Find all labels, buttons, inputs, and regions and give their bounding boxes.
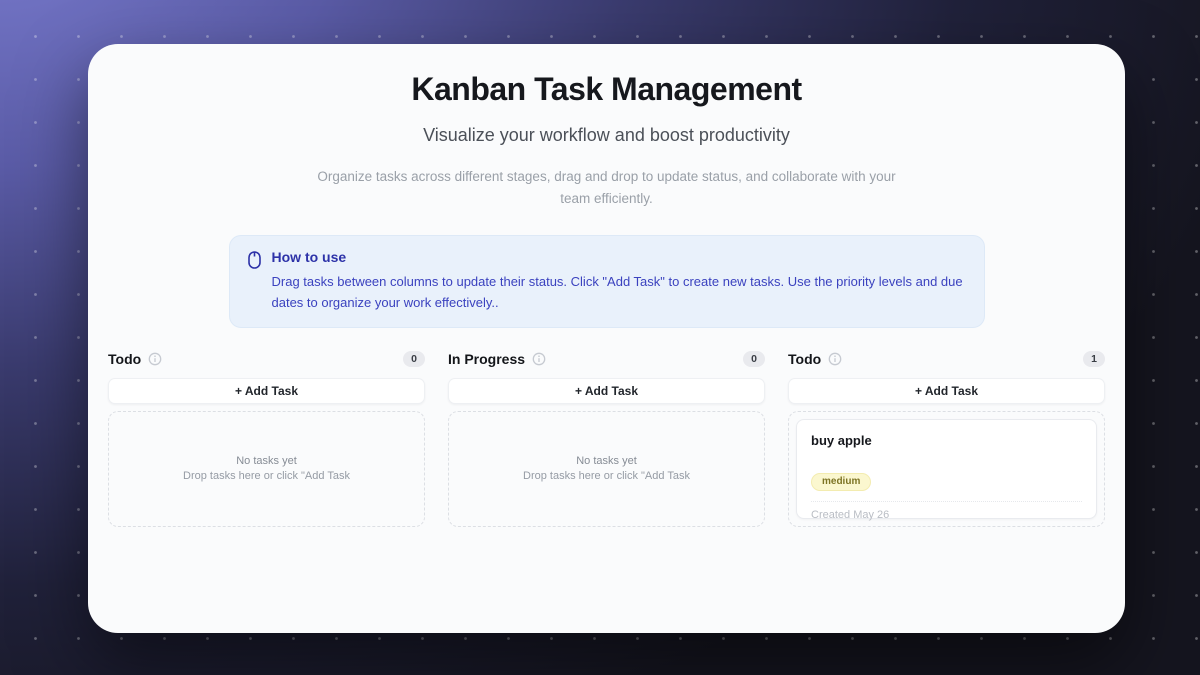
task-dropzone[interactable]: No tasks yet Drop tasks here or click "A… (448, 411, 765, 527)
how-to-use-panel: How to use Drag tasks between columns to… (228, 235, 985, 328)
task-created-date: Created May 26 (811, 509, 890, 521)
info-icon[interactable] (532, 352, 546, 366)
column-header: In Progress 0 (448, 349, 765, 369)
column-count-badge: 1 (1083, 350, 1105, 368)
page-title: Kanban Task Management (411, 71, 802, 107)
task-dropzone[interactable]: No tasks yet Drop tasks here or click "A… (108, 411, 425, 527)
empty-state-title: No tasks yet (576, 455, 637, 467)
task-dropzone[interactable]: buy apple medium Created May 26 (788, 411, 1105, 527)
empty-state-title: No tasks yet (236, 455, 297, 467)
divider (811, 501, 1082, 502)
column-count-badge: 0 (403, 350, 425, 368)
column-in-progress: In Progress 0 + Add Task No tasks yet Dr… (448, 349, 765, 527)
task-title: buy apple (811, 433, 872, 448)
add-task-button[interactable]: + Add Task (108, 378, 425, 404)
how-to-use-body: Drag tasks between columns to update the… (271, 274, 963, 310)
column-title: In Progress (448, 351, 526, 367)
column-header: Todo 1 (788, 349, 1105, 369)
task-card[interactable]: buy apple medium Created May 26 (796, 419, 1097, 521)
empty-state-subtitle: Drop tasks here or click "Add Task (183, 470, 350, 482)
column-todo: Todo 0 + Add Task No tasks yet Drop task… (108, 349, 425, 527)
priority-badge: medium (811, 473, 872, 491)
column-count-badge: 0 (743, 350, 765, 368)
how-to-use-text: How to use Drag tasks between columns to… (272, 249, 966, 313)
empty-state-subtitle: Drop tasks here or click "Add Task (523, 470, 690, 482)
page-subtitle: Visualize your workflow and boost produc… (423, 125, 790, 145)
column-title: Todo (788, 351, 822, 367)
add-task-button[interactable]: + Add Task (788, 378, 1105, 404)
how-to-use-title: How to use (271, 249, 347, 265)
column-todo-2: Todo 1 + Add Task buy apple medium Creat… (788, 349, 1105, 527)
kanban-board: Todo 0 + Add Task No tasks yet Drop task… (88, 349, 1125, 527)
kanban-app-card: Kanban Task Management Visualize your wo… (88, 44, 1125, 633)
info-icon[interactable] (828, 352, 842, 366)
info-icon[interactable] (148, 352, 162, 366)
mouse-icon (247, 251, 261, 313)
empty-state: No tasks yet Drop tasks here or click "A… (523, 454, 690, 484)
empty-state: No tasks yet Drop tasks here or click "A… (183, 454, 350, 484)
column-header: Todo 0 (108, 349, 425, 369)
add-task-button[interactable]: + Add Task (448, 378, 765, 404)
page-description: Organize tasks across different stages, … (317, 169, 896, 206)
column-title: Todo (108, 351, 142, 367)
